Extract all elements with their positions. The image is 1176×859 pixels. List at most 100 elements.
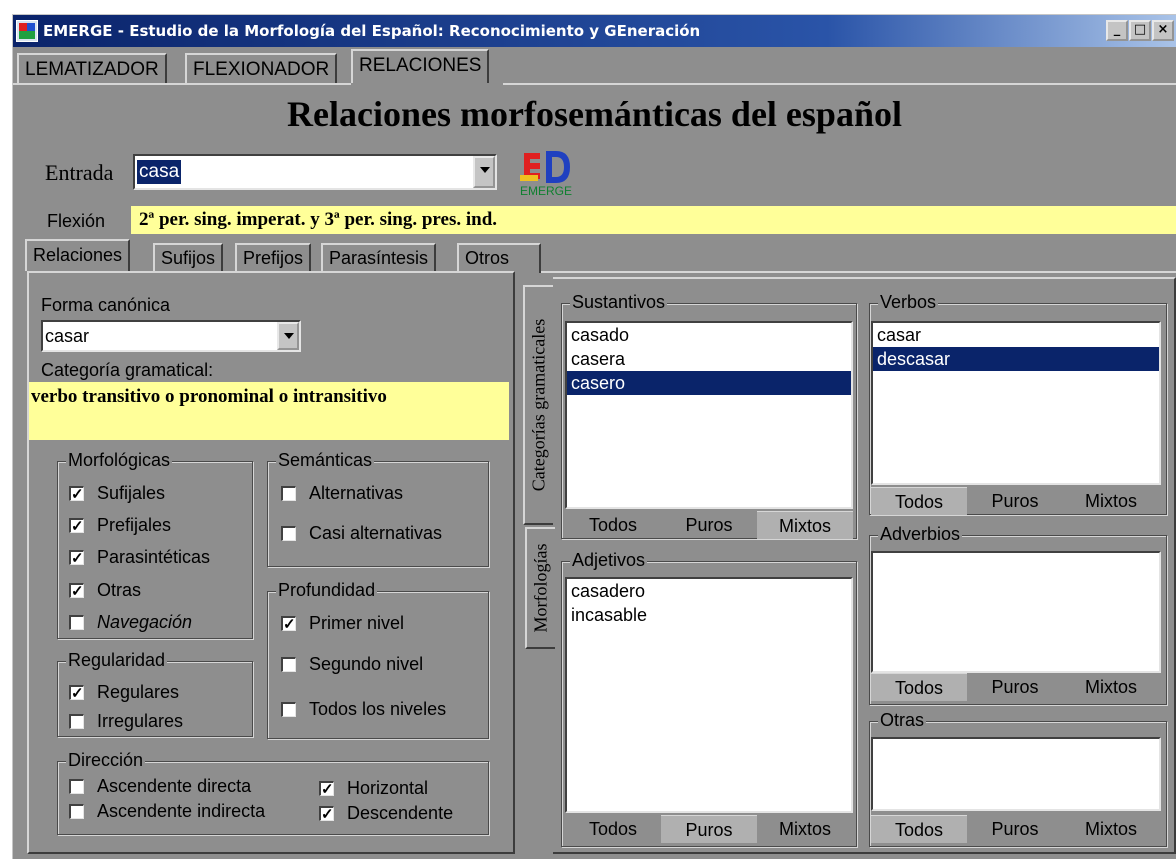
filter-mixtos-button[interactable]: Mixtos bbox=[757, 511, 853, 539]
segundo-nivel-checkbox[interactable]: Segundo nivel bbox=[281, 653, 423, 675]
casi-alternativas-checkbox[interactable]: Casi alternativas bbox=[281, 522, 442, 544]
horizontal-checkbox[interactable]: Horizontal bbox=[319, 777, 428, 801]
main-tabs: LEMATIZADOR FLEXIONADOR RELACIONES bbox=[13, 49, 1176, 83]
tab-prefijos[interactable]: Prefijos bbox=[235, 243, 312, 273]
regulares-checkbox[interactable]: Regulares bbox=[69, 681, 179, 705]
prefijales-checkbox[interactable]: Prefijales bbox=[69, 514, 172, 538]
categoria-label: Categoría gramatical: bbox=[41, 360, 214, 380]
forma-canonica-value[interactable]: casar bbox=[45, 324, 89, 348]
verbos-filter-buttons: Todos Puros Mixtos bbox=[871, 487, 1161, 515]
flexion-value: 2ª per. sing. imperat. y 3ª per. sing. p… bbox=[131, 206, 1176, 234]
filter-puros-button[interactable]: Puros bbox=[967, 815, 1063, 843]
entrada-dropdown-button[interactable] bbox=[473, 156, 495, 188]
forma-canonica-dropdown-button[interactable] bbox=[277, 322, 299, 350]
sufijales-checkbox[interactable]: Sufijales bbox=[69, 482, 165, 506]
checkbox-box[interactable] bbox=[69, 484, 84, 506]
filter-mixtos-button[interactable]: Mixtos bbox=[1063, 815, 1159, 843]
checkbox-box[interactable] bbox=[69, 683, 84, 705]
checkbox-label: Prefijales bbox=[97, 515, 172, 535]
checkbox-box[interactable] bbox=[69, 714, 84, 729]
adjetivos-list[interactable]: casadero incasable bbox=[565, 577, 853, 813]
adverbios-filter-buttons: Todos Puros Mixtos bbox=[871, 673, 1161, 701]
tab-relaciones-sub[interactable]: Relaciones bbox=[25, 239, 131, 271]
list-item[interactable]: casera bbox=[567, 347, 851, 371]
checkbox-box[interactable] bbox=[69, 615, 84, 630]
checkbox-box[interactable] bbox=[69, 804, 84, 819]
list-item[interactable]: incasable bbox=[567, 603, 851, 627]
tab-morfologias[interactable]: Morfologías bbox=[525, 527, 555, 649]
otras-checkbox[interactable]: Otras bbox=[69, 579, 141, 603]
filter-mixtos-button[interactable]: Mixtos bbox=[757, 815, 853, 843]
regularidad-title: Regularidad bbox=[66, 650, 168, 670]
filter-todos-button[interactable]: Todos bbox=[871, 487, 967, 515]
checkbox-box[interactable] bbox=[281, 526, 296, 541]
app-window: EMERGE - Estudio de la Morfología del Es… bbox=[12, 14, 1176, 859]
emerge-logo: EMERGE bbox=[520, 151, 572, 197]
filter-puros-button[interactable]: Puros bbox=[967, 673, 1063, 701]
irregulares-checkbox[interactable]: Irregulares bbox=[69, 710, 183, 732]
parasinteticas-checkbox[interactable]: Parasintéticas bbox=[69, 546, 211, 570]
tab-flexionador[interactable]: FLEXIONADOR bbox=[185, 53, 338, 83]
navegacion-checkbox[interactable]: Navegación bbox=[69, 611, 192, 633]
tab-divider bbox=[13, 83, 351, 85]
checkbox-box[interactable] bbox=[319, 779, 334, 801]
adjetivos-filter-buttons: Todos Puros Mixtos bbox=[565, 815, 853, 843]
filter-todos-button[interactable]: Todos bbox=[565, 511, 661, 539]
adverbios-list[interactable] bbox=[871, 551, 1161, 673]
filter-mixtos-button[interactable]: Mixtos bbox=[1063, 487, 1159, 515]
list-item[interactable]: casadero bbox=[567, 579, 851, 603]
tab-otros[interactable]: Otros bbox=[457, 243, 541, 273]
direccion-title: Dirección bbox=[66, 750, 146, 770]
forma-canonica-combobox[interactable]: casar bbox=[41, 320, 301, 352]
semanticas-group: Semánticas bbox=[267, 450, 489, 567]
entrada-combobox[interactable]: casa bbox=[133, 154, 497, 190]
tab-categorias-gramaticales[interactable]: Categorías gramaticales bbox=[523, 285, 553, 525]
otras-list[interactable] bbox=[871, 737, 1161, 811]
checkbox-label: Descendente bbox=[347, 803, 454, 823]
checkbox-box[interactable] bbox=[69, 779, 84, 794]
profundidad-title: Profundidad bbox=[276, 580, 378, 600]
list-item[interactable]: casero bbox=[567, 371, 851, 395]
tab-parasintesis[interactable]: Parasíntesis bbox=[321, 243, 437, 273]
maximize-button[interactable]: □ bbox=[1129, 20, 1151, 41]
alternativas-checkbox[interactable]: Alternativas bbox=[281, 482, 403, 504]
checkbox-box[interactable] bbox=[281, 657, 296, 672]
otras-title: Otras bbox=[878, 710, 927, 730]
tab-sufijos[interactable]: Sufijos bbox=[153, 243, 224, 273]
checkbox-box[interactable] bbox=[319, 804, 334, 826]
checkbox-box[interactable] bbox=[69, 548, 84, 570]
checkbox-label: Primer nivel bbox=[309, 613, 405, 633]
filter-todos-button[interactable]: Todos bbox=[871, 815, 967, 843]
minimize-button[interactable]: _ bbox=[1106, 20, 1128, 41]
filter-puros-button[interactable]: Puros bbox=[661, 815, 757, 843]
title-bar[interactable]: EMERGE - Estudio de la Morfología del Es… bbox=[13, 15, 1176, 47]
close-button[interactable]: × bbox=[1152, 20, 1174, 41]
checkbox-box[interactable] bbox=[69, 581, 84, 603]
tab-relaciones[interactable]: RELACIONES bbox=[351, 49, 490, 83]
ascendente-directa-checkbox[interactable]: Ascendente directa bbox=[69, 775, 251, 797]
verbos-list[interactable]: casar descasar bbox=[871, 321, 1161, 485]
filter-todos-button[interactable]: Todos bbox=[565, 815, 661, 843]
sustantivos-list[interactable]: casado casera casero bbox=[565, 321, 853, 509]
tab-label: Morfologías bbox=[530, 543, 551, 633]
filter-puros-button[interactable]: Puros bbox=[661, 511, 757, 539]
descendente-checkbox[interactable]: Descendente bbox=[319, 802, 454, 826]
list-item[interactable]: casar bbox=[873, 323, 1159, 347]
checkbox-box[interactable] bbox=[281, 702, 296, 717]
filter-mixtos-button[interactable]: Mixtos bbox=[1063, 673, 1159, 701]
ascendente-indirecta-checkbox[interactable]: Ascendente indirecta bbox=[69, 800, 265, 822]
todos-los-niveles-checkbox[interactable]: Todos los niveles bbox=[281, 698, 446, 720]
checkbox-box[interactable] bbox=[281, 486, 296, 501]
primer-nivel-checkbox[interactable]: Primer nivel bbox=[281, 612, 405, 636]
checkbox-label: Parasintéticas bbox=[97, 547, 211, 567]
entrada-value[interactable]: casa bbox=[137, 160, 182, 184]
categoria-value: verbo transitivo o pronominal o intransi… bbox=[29, 382, 509, 440]
checkbox-box[interactable] bbox=[69, 516, 84, 538]
filter-todos-button[interactable]: Todos bbox=[871, 673, 967, 701]
checkbox-box[interactable] bbox=[281, 614, 296, 636]
list-item[interactable]: casado bbox=[567, 323, 851, 347]
filter-puros-button[interactable]: Puros bbox=[967, 487, 1063, 515]
checkbox-label: Ascendente directa bbox=[97, 776, 252, 796]
tab-lematizador[interactable]: LEMATIZADOR bbox=[17, 53, 167, 83]
list-item[interactable]: descasar bbox=[873, 347, 1159, 371]
